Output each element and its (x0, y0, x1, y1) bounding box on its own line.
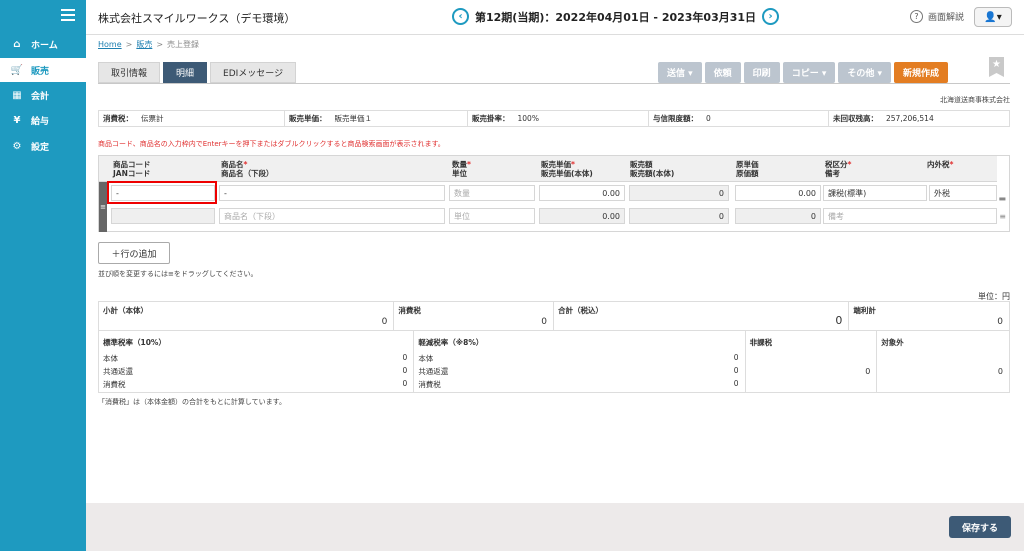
info-credit: 与信限度額： 0 (649, 111, 829, 126)
question-icon: ? (910, 10, 923, 23)
sidebar-item-home[interactable]: ⌂ ホーム (0, 32, 86, 56)
subtotal-value: 0 (381, 317, 388, 327)
prev-period-icon[interactable]: ‹ (452, 8, 469, 25)
tax-value: 0 (541, 317, 547, 327)
tab-divider (98, 83, 1010, 84)
taxtype-select[interactable]: 外税 (929, 185, 997, 201)
sidebar-item-label: 販売 (31, 66, 50, 77)
price-input[interactable]: 0.00 (539, 185, 625, 201)
exempt-cell: 対象外 0 (881, 338, 1003, 376)
calculator-icon: ▦ (12, 89, 22, 101)
total-cell: 合計（税込） 0 (554, 302, 850, 330)
cart-icon: 🛒 (10, 64, 24, 76)
sidebar-item-label: 給与 (31, 116, 50, 127)
bookmark-star-icon[interactable]: ★ (989, 57, 1004, 77)
tab-details[interactable]: 明細 (163, 62, 208, 83)
row-menu-icon[interactable]: ≡ (999, 212, 1006, 221)
reduced-rate-cell: 軽減税率（※8%） 本体 0 共通返還 0 消費税 0 (414, 331, 746, 392)
drag-handle-icon[interactable]: ≡ (99, 182, 107, 232)
tax-breakdown: 標準税率（10%） 本体 0 共通返還 0 消費税 0 軽減税率（※8%） 本体 0 共… (98, 331, 1010, 393)
taxcat-select[interactable]: 課税(標準) (823, 185, 927, 201)
header: 株式会社スマイルワークス（デモ環境） ‹ 第12期(当期)：2022年04月01… (86, 0, 1024, 35)
breadcrumb: Home > 販売 > 売上登録 (98, 40, 200, 49)
header-name: 商品名* 商品名（下段） (221, 160, 274, 178)
sidebar-item-label: 設定 (31, 142, 50, 153)
breadcrumb-home[interactable]: Home (98, 40, 122, 49)
rounding-value: 0 (997, 317, 1003, 327)
detail-grid: 商品コード JANコード 商品名* 商品名（下段） 数量* 単位 販売単価* 販売単価(… (98, 155, 1010, 232)
sidebar: ⌂ ホーム 🛒 販売 ▦ 会計 ¥ 給与 ⚙ 設定 (0, 0, 86, 551)
tab-bar: 取引情報 明細 EDIメッセージ (98, 62, 299, 83)
search-hint-warning: 商品コード、商品名の入力枠内でEnterキーを押下またはダブルクリックすると商品… (98, 140, 445, 148)
breadcrumb-sales[interactable]: 販売 (136, 40, 152, 49)
sidebar-item-settings[interactable]: ⚙ 設定 (0, 134, 86, 158)
standard-rate-cell: 標準税率（10%） 本体 0 共通返還 0 消費税 0 (99, 331, 415, 392)
home-icon: ⌂ (13, 38, 21, 50)
header-code: 商品コード JANコード (113, 160, 151, 178)
send-button[interactable]: 送信 ▾ (658, 62, 702, 83)
header-amount: 販売額 販売額(本体) (630, 160, 675, 178)
amount-field: 0 (629, 185, 729, 201)
price2-field: 0.00 (539, 208, 625, 224)
unit-input[interactable]: 単位 (449, 208, 535, 224)
company-name: 株式会社スマイルワークス（デモ環境） (98, 12, 296, 25)
rounding-cell: 端利計 0 (853, 306, 1003, 327)
drag-hint: 並び順を変更するには≡をドラッグしてください。 (98, 270, 258, 278)
tax-note: 「消費税」は（本体金額）の合計をもとに計算しています。 (98, 398, 286, 406)
totals-row: 小計（本体） 0 消費税 0 合計（税込） 0 端利計 0 (98, 301, 1010, 331)
header-cost: 原単価 原価額 (736, 160, 759, 178)
highlight-box (107, 181, 217, 204)
copy-button[interactable]: コピー ▾ (782, 62, 836, 83)
remark-input[interactable]: 備考 (823, 208, 997, 224)
qty-input[interactable]: 数量 (449, 185, 535, 201)
gear-icon: ⚙ (12, 140, 22, 152)
next-period-icon[interactable]: › (762, 8, 780, 25)
sidebar-item-payroll[interactable]: ¥ 給与 (0, 108, 86, 132)
money-bag-icon: ¥ (13, 114, 21, 126)
save-button[interactable]: 保存する (949, 516, 1011, 538)
tax-cell: 消費税 0 (394, 302, 554, 330)
user-menu-button[interactable]: 👤▾ (974, 7, 1012, 27)
other-button[interactable]: その他 ▾ (838, 62, 891, 83)
footer-bar (86, 503, 1024, 551)
tab-transaction-info[interactable]: 取引情報 (98, 62, 161, 83)
info-price: 販売単価： 販売単価１ (285, 111, 468, 126)
sidebar-item-accounting[interactable]: ▦ 会計 (0, 83, 86, 107)
info-tax: 消費税： 伝票計 (99, 111, 285, 126)
product-name2-input[interactable]: 商品名（下段） (219, 208, 445, 224)
action-bar: 送信 ▾ 依頼 印刷 コピー ▾ その他 ▾ 新規作成 (658, 62, 951, 83)
sidebar-item-label: ホーム (31, 40, 58, 51)
comment-icon[interactable]: ▬ (998, 194, 1006, 203)
customer-name: 北海道送商事株式会社 (940, 96, 1010, 104)
cost2-field: 0 (735, 208, 821, 224)
add-row-button[interactable]: ＋行の追加 (98, 242, 170, 264)
print-button[interactable]: 印刷 (743, 62, 780, 83)
jan-code-field (111, 208, 215, 224)
header-taxcat: 税区分* 備考 (825, 160, 852, 178)
header-taxtype: 内外税* (927, 160, 954, 169)
request-button[interactable]: 依頼 (704, 62, 741, 83)
info-rate: 販売掛率： 100% (468, 111, 649, 126)
nontax-cell: 非課税 0 (746, 331, 878, 392)
cost-input[interactable]: 0.00 (735, 185, 821, 201)
hamburger-menu-icon[interactable] (61, 9, 75, 21)
header-price: 販売単価* 販売単価(本体) (541, 160, 593, 178)
period-selector: ‹ 第12期(当期)：2022年04月01日 - 2023年03月31日 › (446, 8, 785, 25)
period-label: 第12期(当期)：2022年04月01日 - 2023年03月31日 (475, 10, 757, 24)
tab-edi-message[interactable]: EDIメッセージ (210, 62, 297, 83)
help-link[interactable]: ? 画面解説 (910, 10, 964, 23)
amount2-field: 0 (629, 208, 729, 224)
breadcrumb-current: 売上登録 (167, 40, 200, 49)
header-qty: 数量* 単位 (452, 160, 471, 178)
sidebar-item-label: 会計 (31, 91, 50, 102)
total-value: 0 (835, 314, 843, 327)
new-create-button[interactable]: 新規作成 (894, 62, 949, 83)
product-name-input[interactable]: - (219, 185, 445, 201)
sidebar-item-sales[interactable]: 🛒 販売 (0, 58, 86, 82)
subtotal-cell: 小計（本体） 0 (99, 302, 395, 330)
info-uncollected: 未回収残高： 257,206,514 (829, 111, 1009, 126)
info-row: 消費税： 伝票計 販売単価： 販売単価１ 販売掛率： 100% 与信限度額： 0 未回収… (98, 110, 1010, 127)
help-label: 画面解説 (928, 13, 965, 23)
